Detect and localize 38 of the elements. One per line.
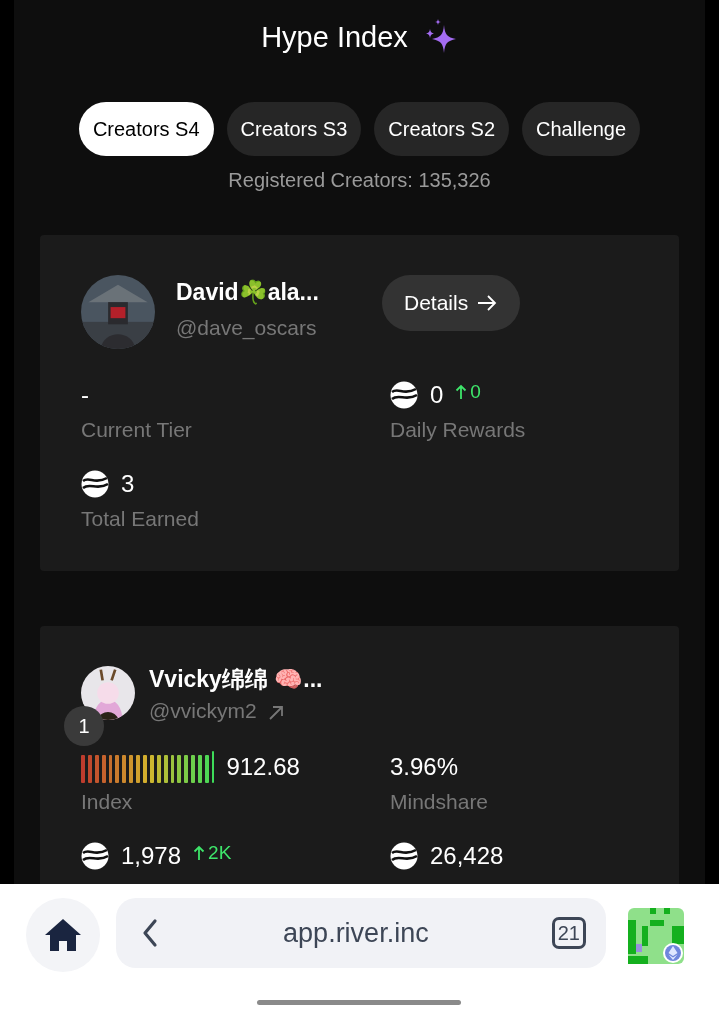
stat-label: Daily Rewards xyxy=(390,418,527,442)
tab[interactable]: Creators S3 xyxy=(226,102,362,156)
arrow-icon xyxy=(476,294,499,312)
token-icon xyxy=(390,381,418,409)
up-arrow-icon xyxy=(455,384,468,400)
stat-value: 912.68 xyxy=(226,753,300,781)
page-title: Hype Index xyxy=(261,20,408,54)
stat-value: 3 xyxy=(121,470,135,498)
stat-label: Total Earned xyxy=(81,507,200,531)
home-icon xyxy=(43,917,83,953)
stat-label: Current Tier xyxy=(81,418,193,442)
change-value: 0 xyxy=(470,381,481,403)
stat-label: Mindshare xyxy=(390,790,490,814)
token-icon xyxy=(81,470,109,498)
stat-value: - xyxy=(81,381,89,409)
creator-name: Vvicky绵绵 🧠... xyxy=(149,665,323,694)
change-value: 2K xyxy=(208,842,232,864)
stat-value: 3.96% xyxy=(390,753,459,781)
stat-label: Index xyxy=(81,790,134,814)
stat-value: 26,428 xyxy=(430,842,504,870)
account-avatar-icon[interactable] xyxy=(628,908,684,964)
creator-handle: @dave_oscars xyxy=(176,316,317,340)
up-arrow-icon xyxy=(193,845,206,861)
rank-badge: 1 xyxy=(64,706,104,746)
creator-handle[interactable]: @vvickym2 xyxy=(149,699,257,723)
stat-value: 1,978 xyxy=(121,842,182,870)
tab[interactable]: Creators S4 xyxy=(78,102,214,156)
address-bar[interactable]: app.river.inc 21 xyxy=(116,898,606,968)
token-icon xyxy=(81,842,109,870)
token-icon xyxy=(390,842,418,870)
stat-value: 0 xyxy=(430,381,444,409)
registered-count: Registered Creators: 135,326 xyxy=(227,169,492,192)
tab[interactable]: Challenge xyxy=(522,102,641,156)
url-text: app.river.inc xyxy=(282,917,430,949)
creator-name: David☘ala... xyxy=(176,279,320,306)
tab-count-button[interactable]: 21 xyxy=(551,917,586,949)
details-button[interactable]: Details xyxy=(382,275,521,331)
tab[interactable]: Creators S2 xyxy=(374,102,510,156)
